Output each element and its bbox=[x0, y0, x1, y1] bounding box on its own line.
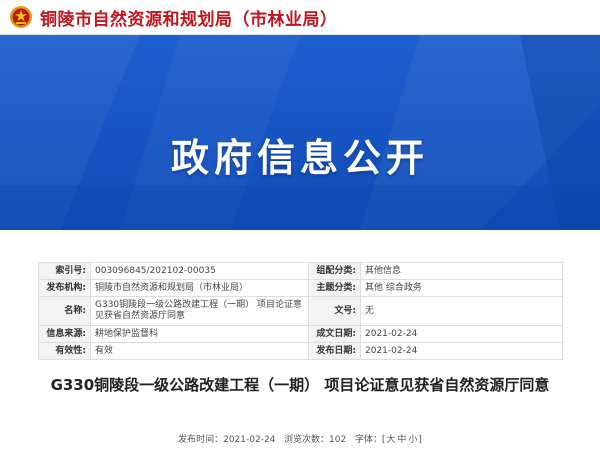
publisher-label: 发布机构: bbox=[38, 279, 91, 297]
doc-number-value: 无 bbox=[360, 296, 563, 326]
topic-label: 主题分类: bbox=[308, 279, 361, 297]
publisher-value: 铜陵市自然资源和规划局（市林业局） bbox=[90, 279, 309, 297]
category-label: 组配分类: bbox=[308, 262, 361, 280]
topic-value: 其他 综合政务 bbox=[360, 279, 563, 297]
views-label: 浏览次数： bbox=[284, 435, 330, 445]
publish-time-value: 2021-02-24 bbox=[223, 435, 276, 445]
publish-time-label: 发布时间： bbox=[178, 435, 224, 445]
table-row: 名称: G330铜陵段一级公路改建工程（一期） 项目论证意见获省自然资源厅同意 … bbox=[38, 296, 563, 326]
doc-number-label: 文号: bbox=[308, 296, 361, 326]
name-label: 名称: bbox=[38, 296, 91, 326]
publish-date-label: 发布日期: bbox=[308, 342, 361, 360]
article-title: G330铜陵段一级公路改建工程（一期） 项目论证意见获省自然资源厅同意 bbox=[50, 376, 550, 394]
source-value: 耕地保护监督科 bbox=[90, 325, 309, 343]
site-header: 铜陵市自然资源和规划局（市林业局） bbox=[0, 0, 600, 35]
font-size-small-link[interactable]: 小 bbox=[408, 432, 417, 445]
article-meta: 发布时间：2021-02-24 浏览次数：102 字体：[大中小] bbox=[0, 432, 600, 445]
validity-label: 有效性: bbox=[38, 342, 91, 360]
views-value: 102 bbox=[329, 435, 347, 445]
font-size-large-link[interactable]: 大 bbox=[386, 432, 395, 445]
banner-title: 政府信息公开 bbox=[170, 136, 429, 180]
name-value: G330铜陵段一级公路改建工程（一期） 项目论证意见获省自然资源厅同意 bbox=[90, 296, 309, 326]
written-date-value: 2021-02-24 bbox=[360, 325, 563, 343]
font-size-bracket-open: [ bbox=[381, 435, 386, 445]
font-size-bracket-close: ] bbox=[418, 435, 422, 445]
table-row: 有效性: 有效 发布日期: 2021-02-24 bbox=[38, 342, 563, 360]
national-emblem-icon bbox=[8, 4, 34, 30]
publish-date-value: 2021-02-24 bbox=[360, 342, 563, 360]
site-name[interactable]: 铜陵市自然资源和规划局（市林业局） bbox=[40, 5, 338, 30]
written-date-label: 成文日期: bbox=[308, 325, 361, 343]
table-row: 信息来源: 耕地保护监督科 成文日期: 2021-02-24 bbox=[38, 325, 563, 343]
table-row: 索引号: 003096845/202102-00035 组配分类: 其他信息 bbox=[38, 262, 563, 280]
banner: 政府信息公开 bbox=[0, 35, 600, 230]
source-label: 信息来源: bbox=[38, 325, 91, 343]
category-value: 其他信息 bbox=[360, 262, 563, 280]
validity-value: 有效 bbox=[90, 342, 309, 360]
font-size-label: 字体： bbox=[354, 435, 382, 445]
table-row: 发布机构: 铜陵市自然资源和规划局（市林业局） 主题分类: 其他 综合政务 bbox=[38, 279, 563, 297]
font-size-medium-link[interactable]: 中 bbox=[397, 432, 406, 445]
info-table: 索引号: 003096845/202102-00035 组配分类: 其他信息 发… bbox=[38, 262, 563, 360]
index-number-label: 索引号: bbox=[38, 262, 91, 280]
index-number-value: 003096845/202102-00035 bbox=[90, 262, 309, 280]
